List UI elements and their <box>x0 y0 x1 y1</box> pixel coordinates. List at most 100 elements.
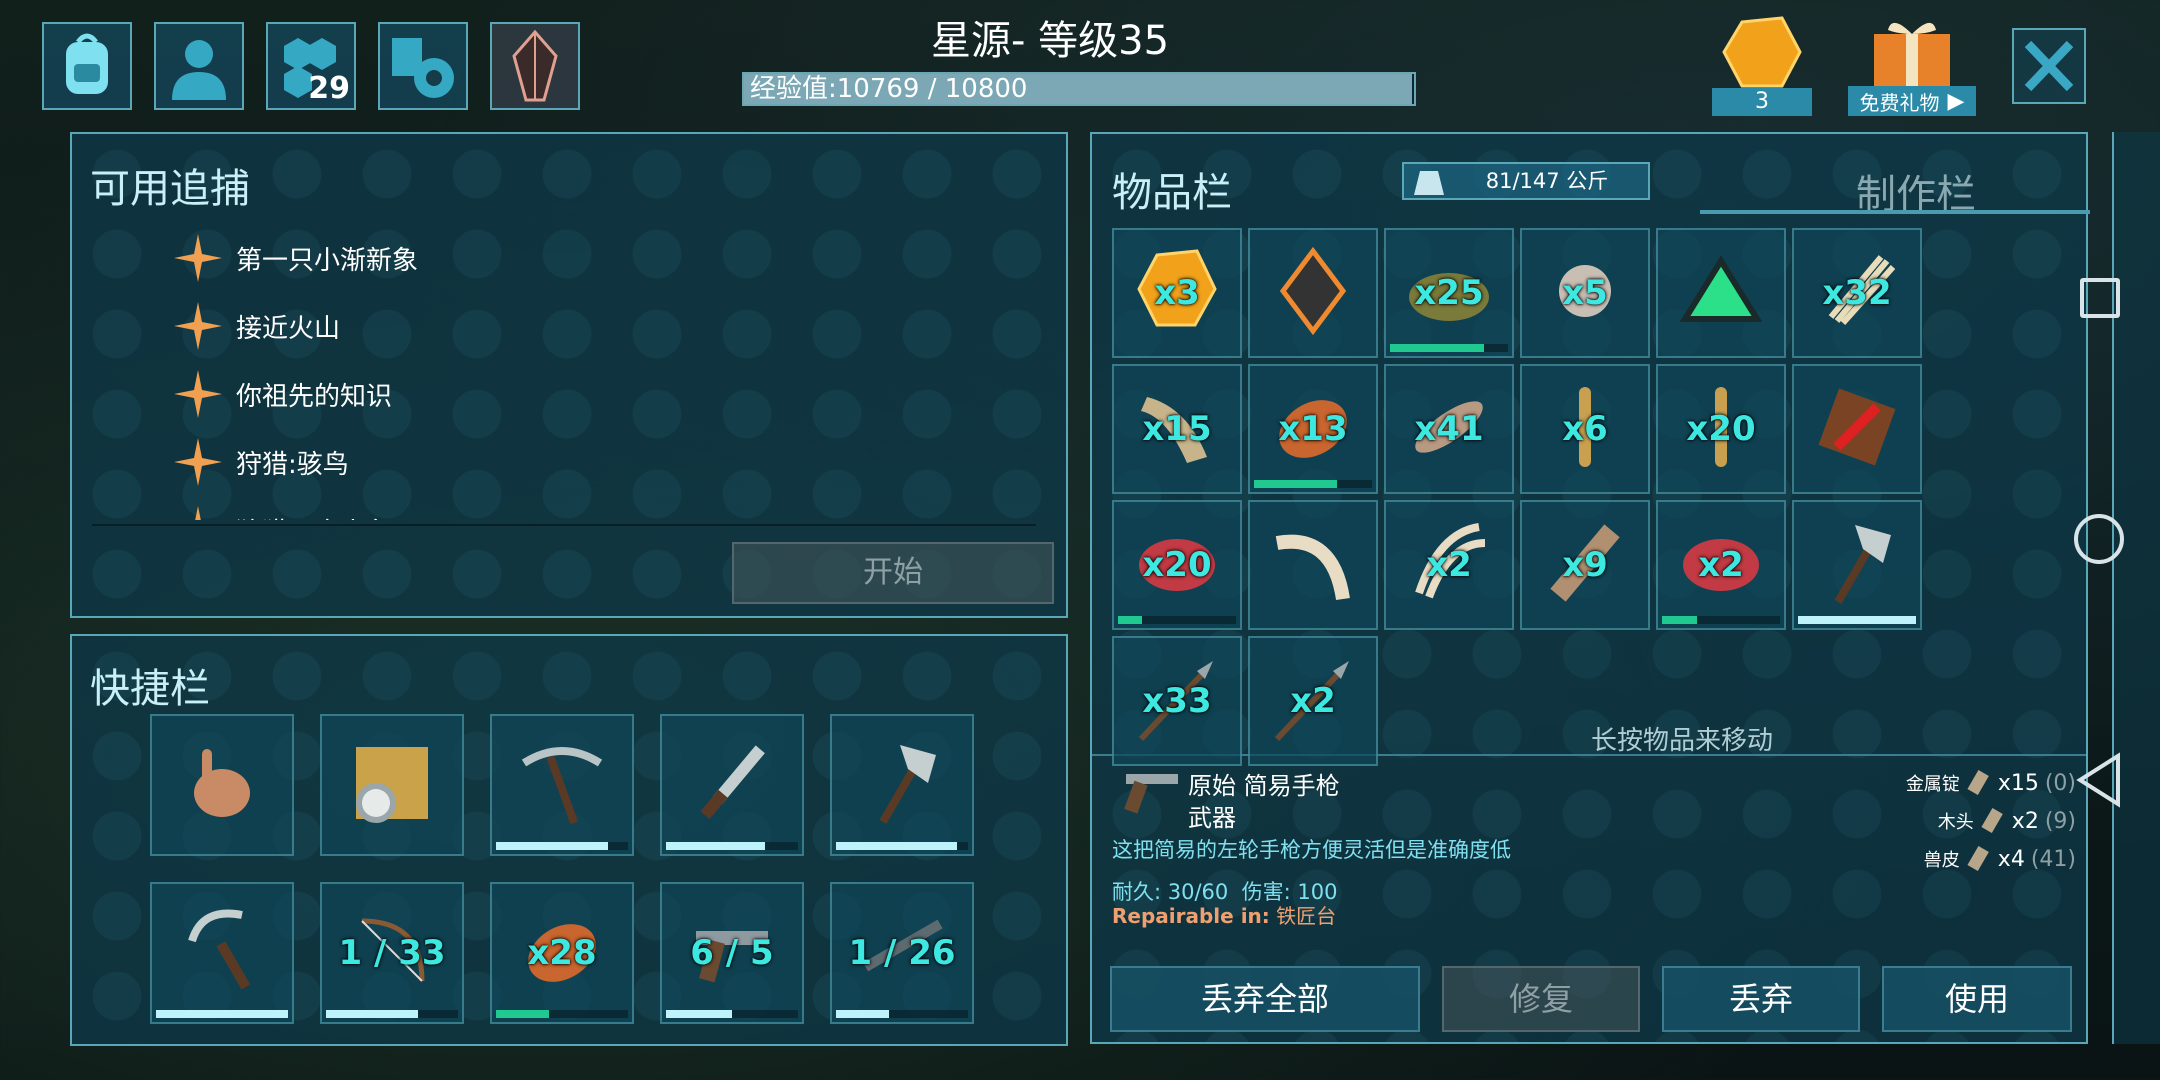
item-count: x25 <box>1414 273 1484 313</box>
hotbar-slot[interactable] <box>320 714 464 856</box>
durability-bar <box>496 842 628 850</box>
drop-button[interactable]: 丢弃 <box>1662 966 1860 1032</box>
start-button[interactable]: 开始 <box>732 542 1054 604</box>
character-icon <box>172 40 226 100</box>
close-button[interactable] <box>2012 28 2086 104</box>
tracking-item[interactable]: 狩猎：食人鱼 <box>172 502 392 520</box>
settings-button[interactable] <box>378 22 468 110</box>
engram-points-badge: 29 <box>308 71 350 106</box>
next-panel-edge <box>2112 132 2160 1044</box>
inventory-slot[interactable] <box>1656 228 1786 358</box>
item-count: x5 <box>1562 273 1608 313</box>
durability-bar <box>1798 616 1916 624</box>
item-count: x2 <box>1698 545 1744 585</box>
hotbar-slot[interactable] <box>150 882 294 1024</box>
drop-all-button[interactable]: 丢弃全部 <box>1110 966 1420 1032</box>
free-gift-button[interactable]: 免费礼物 ▶ <box>1848 12 1976 116</box>
blocked-item-icon <box>1807 377 1907 481</box>
inventory-slot[interactable]: x32 <box>1792 228 1922 358</box>
inventory-slot[interactable]: x2 <box>1248 636 1378 766</box>
inventory-slot[interactable]: x20 <box>1656 364 1786 494</box>
inventory-slot[interactable] <box>1792 500 1922 630</box>
repair-cost-row: 兽皮 x4 (41) <box>1816 840 2076 878</box>
inventory-slot[interactable]: x6 <box>1520 364 1650 494</box>
sickle-icon <box>172 901 272 1005</box>
cost-amount: x4 <box>1997 846 2025 872</box>
inventory-slot[interactable] <box>1792 364 1922 494</box>
inventory-slot[interactable] <box>1248 228 1378 358</box>
hotbar-slot[interactable] <box>490 714 634 856</box>
hand-icon <box>172 733 272 837</box>
inventory-slot[interactable]: x15 <box>1112 364 1242 494</box>
hotbar-title: 快捷栏 <box>90 666 210 712</box>
hotbar-slot[interactable]: 1 / 26 <box>830 882 974 1024</box>
durability-bar <box>1118 616 1236 624</box>
hotbar-slot[interactable]: x28 <box>490 882 634 1024</box>
durability-bar <box>326 1010 458 1018</box>
durability-bar <box>156 1010 288 1018</box>
hotbar-slot[interactable]: 1 / 33 <box>320 882 464 1024</box>
use-button[interactable]: 使用 <box>1882 966 2072 1032</box>
tracking-list[interactable]: 第一只小渐新象接近火山你祖先的知识狩猎:骇鸟狩猎：食人鱼 <box>72 230 1068 520</box>
tek-button[interactable] <box>490 22 580 110</box>
pistol-icon <box>1124 774 1178 814</box>
character-button[interactable] <box>154 22 244 110</box>
cost-name: 兽皮 <box>1923 850 1960 871</box>
repair-cost-row: 金属锭 x15 (0) <box>1816 764 2076 802</box>
element-display[interactable]: 3 <box>1712 12 1812 116</box>
compass-star-icon <box>174 302 222 350</box>
compass-star-icon <box>174 370 222 418</box>
durability-bar <box>1390 344 1508 352</box>
tracking-item[interactable]: 你祖先的知识 <box>172 366 392 422</box>
backpack-button[interactable] <box>42 22 132 110</box>
close-icon <box>2024 40 2074 92</box>
tracking-panel: 可用追捕 第一只小渐新象接近火山你祖先的知识狩猎:骇鸟狩猎：食人鱼 开始 <box>70 132 1068 618</box>
repair-button[interactable]: 修复 <box>1442 966 1640 1032</box>
inventory-slot[interactable]: x9 <box>1520 500 1650 630</box>
nav-square-button[interactable] <box>2080 278 2120 318</box>
nav-home-button[interactable] <box>2074 514 2124 564</box>
tracking-title: 可用追捕 <box>90 166 250 212</box>
inventory-slot[interactable]: x2 <box>1384 500 1514 630</box>
cost-amount: x2 <box>2011 808 2039 834</box>
element-count: 3 <box>1712 88 1812 116</box>
inventory-slot[interactable]: x5 <box>1520 228 1650 358</box>
item-count: x20 <box>1686 409 1756 449</box>
inventory-slot[interactable]: x33 <box>1112 636 1242 766</box>
nav-back-icon[interactable] <box>2074 752 2124 808</box>
inventory-slot[interactable]: x41 <box>1384 364 1514 494</box>
material-icon <box>1967 846 1989 872</box>
hotbar-slot[interactable] <box>830 714 974 856</box>
tracking-item[interactable]: 接近火山 <box>172 298 340 354</box>
cost-have: (0) <box>2044 770 2076 796</box>
tracking-item-label: 狩猎:骇鸟 <box>236 449 349 480</box>
item-count: x20 <box>1142 545 1212 585</box>
inventory-slot[interactable]: x13 <box>1248 364 1378 494</box>
hotbar-slot[interactable] <box>150 714 294 856</box>
inventory-slot[interactable]: x3 <box>1112 228 1242 358</box>
cost-name: 木头 <box>1937 812 1974 833</box>
inventory-slot[interactable] <box>1248 500 1378 630</box>
item-count: 1 / 26 <box>848 933 956 973</box>
repair-station: 铁匠台 <box>1276 904 1337 928</box>
item-type: 武器 <box>1188 804 1236 832</box>
compass-star-icon <box>174 438 222 486</box>
tab-inventory[interactable]: 物品栏 <box>1112 160 1232 218</box>
inventory-slot[interactable]: x20 <box>1112 500 1242 630</box>
tracking-item[interactable]: 狩猎:骇鸟 <box>172 434 349 490</box>
inventory-slot[interactable]: x2 <box>1656 500 1786 630</box>
item-count: x2 <box>1290 681 1336 721</box>
material-icon <box>1967 770 1989 796</box>
item-count: x6 <box>1562 409 1608 449</box>
tek-crystal-icon <box>512 29 558 102</box>
cost-have: (41) <box>2030 846 2076 872</box>
tusk-icon <box>1263 513 1363 617</box>
item-count: x2 <box>1426 545 1472 585</box>
inventory-slot[interactable]: x25 <box>1384 228 1514 358</box>
item-name: 原始 简易手枪 <box>1188 772 1340 800</box>
hotbar-slot[interactable]: 6 / 5 <box>660 882 804 1024</box>
durability-bar <box>1254 480 1372 488</box>
tracking-item[interactable]: 第一只小渐新象 <box>172 230 418 286</box>
engrams-button[interactable]: 29 <box>266 22 356 110</box>
hotbar-slot[interactable] <box>660 714 804 856</box>
